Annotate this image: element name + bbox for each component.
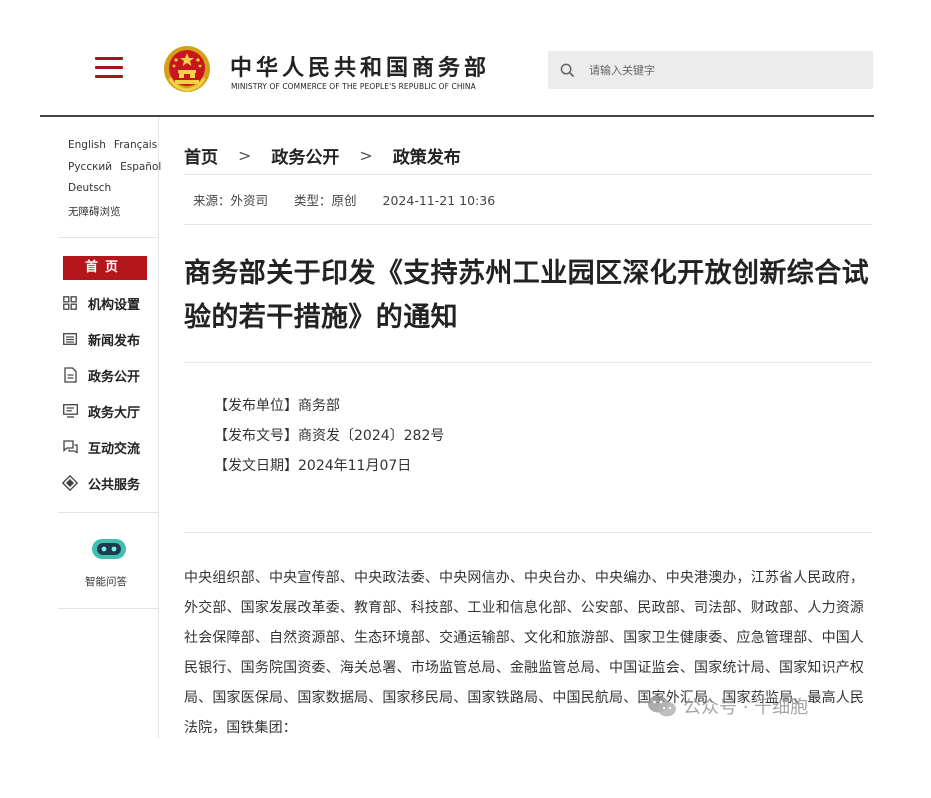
sidebar-item-label: 政务大厅 xyxy=(88,405,141,421)
document-icon xyxy=(62,367,78,383)
breadcrumb-gov-affairs[interactable]: 政务公开 xyxy=(271,143,339,168)
language-row-3: Deutsch xyxy=(68,182,119,194)
grid-icon xyxy=(62,295,78,311)
breadcrumb: 首页 > 政务公开 > 政策发布 xyxy=(184,143,461,168)
doc-number-info: 【发布文号】商资发〔2024〕282号 xyxy=(214,428,445,444)
search-bar[interactable] xyxy=(548,51,873,89)
site-subtitle: MINISTRY OF COMMERCE OF THE PEOPLE'S REP… xyxy=(231,82,476,91)
language-row-2: Русский Español xyxy=(68,161,169,173)
sidebar-divider xyxy=(58,512,158,513)
chat-icon xyxy=(62,439,78,455)
hamburger-menu-icon[interactable] xyxy=(95,57,123,81)
divider xyxy=(184,532,872,533)
page-title: 商务部关于印发《支持苏州工业园区深化开放创新综合试验的若干措施》的通知 xyxy=(184,258,869,333)
chevron-right-icon: > xyxy=(238,146,252,165)
breadcrumb-policy-release[interactable]: 政策发布 xyxy=(393,143,461,168)
lang-german[interactable]: Deutsch xyxy=(68,182,111,194)
sidebar-item-news[interactable]: 新闻发布 xyxy=(62,328,140,350)
sidebar-divider xyxy=(58,608,158,609)
search-input[interactable] xyxy=(589,63,849,77)
lang-french[interactable]: Français xyxy=(114,139,157,151)
watermark: 公众号 · 千细胞 xyxy=(647,693,808,719)
issuer-info: 【发布单位】商务部 xyxy=(214,398,340,414)
site-title: 中华人民共和国商务部 xyxy=(230,56,491,81)
header-divider xyxy=(40,115,874,117)
watermark-text: 公众号 · 千细胞 xyxy=(683,697,809,718)
meta-source: 来源：外资司 xyxy=(193,193,269,208)
lang-russian[interactable]: Русский xyxy=(68,161,112,173)
divider xyxy=(184,174,872,175)
article-meta: 来源：外资司 类型：原创 2024-11-21 10:36 xyxy=(193,190,521,209)
sidebar-item-organization[interactable]: 机构设置 xyxy=(62,292,140,314)
sidebar-item-label: 机构设置 xyxy=(88,297,141,313)
search-icon[interactable] xyxy=(560,63,575,78)
lang-spanish[interactable]: Español xyxy=(120,161,161,173)
wechat-icon xyxy=(648,695,676,717)
ai-assistant-label[interactable]: 智能问答 xyxy=(85,574,127,589)
issue-date-info: 【发文日期】2024年11月07日 xyxy=(214,458,412,474)
lang-english[interactable]: English xyxy=(68,139,106,151)
sidebar: English Français Русский Español Deutsch 无… xyxy=(58,117,161,738)
meta-datetime: 2024-11-21 10:36 xyxy=(382,193,496,208)
divider xyxy=(184,224,872,225)
monitor-icon xyxy=(62,403,78,419)
sidebar-item-label: 公共服务 xyxy=(88,477,141,493)
sidebar-item-label: 政务公开 xyxy=(88,369,141,385)
sidebar-item-label: 互动交流 xyxy=(88,441,141,457)
divider xyxy=(184,362,872,363)
chevron-right-icon: > xyxy=(359,146,373,165)
national-emblem-icon xyxy=(164,46,210,92)
accessibility-row: 无障碍浏览 xyxy=(68,204,129,219)
sidebar-home-button[interactable]: 首页 xyxy=(63,256,147,280)
language-row-1: English Français xyxy=(68,139,165,151)
accessibility-link[interactable]: 无障碍浏览 xyxy=(68,206,121,218)
sidebar-divider xyxy=(58,237,158,238)
sidebar-item-service-hall[interactable]: 政务大厅 xyxy=(62,400,140,422)
sidebar-item-label: 新闻发布 xyxy=(88,333,141,349)
breadcrumb-home[interactable]: 首页 xyxy=(184,143,218,168)
sidebar-item-public-service[interactable]: 公共服务 xyxy=(62,472,140,494)
sidebar-item-interaction[interactable]: 互动交流 xyxy=(62,436,140,458)
news-icon xyxy=(62,331,78,347)
meta-type: 类型：原创 xyxy=(294,193,357,208)
robot-chat-icon[interactable] xyxy=(91,536,127,562)
diamond-icon xyxy=(62,475,78,491)
sidebar-item-gov-affairs[interactable]: 政务公开 xyxy=(62,364,140,386)
